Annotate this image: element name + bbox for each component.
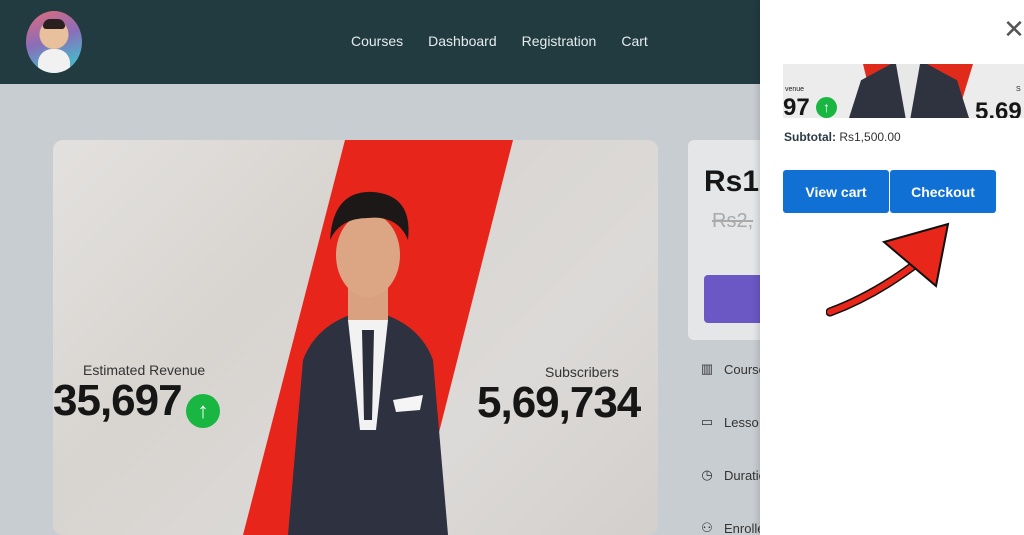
stat-subscribers-value-row: 5,69,734 (477, 378, 641, 428)
cart-actions: View cart Checkout (783, 170, 996, 213)
thumb-label-right: S (1016, 86, 1021, 93)
red-arrow-annotation (826, 222, 950, 317)
nav-courses[interactable]: Courses (351, 33, 403, 49)
avatar[interactable] (26, 11, 82, 73)
stat-revenue-value-row: 35,697 ↑ (53, 376, 221, 428)
course-old-price: Rs2, (712, 210, 754, 232)
meta-duration: ◷ Duratio (700, 467, 766, 483)
avatar-body (38, 49, 70, 73)
nav-cart[interactable]: Cart (621, 33, 647, 49)
checkout-button[interactable]: Checkout (890, 170, 996, 213)
view-cart-button[interactable]: View cart (783, 170, 889, 213)
stat-revenue-value: 35,697 (53, 376, 183, 425)
lesson-icon: ▭ (700, 414, 714, 429)
stat-subscribers-value: 5,69,734 (477, 378, 641, 427)
thumb-arrow-up-icon: ↑ (816, 97, 837, 118)
meta-lessons-label: Lesso (724, 414, 759, 430)
close-icon[interactable]: ✕ (1003, 16, 1024, 42)
arrow-up-icon: ↑ (186, 393, 221, 428)
course-hero-image: Estimated Revenue 35,697 ↑ Subscribers 5… (53, 140, 658, 535)
clock-icon: ◷ (701, 467, 713, 482)
nav-registration[interactable]: Registration (522, 33, 597, 49)
thumb-value-left: 97 (783, 94, 810, 118)
cart-item-thumbnail[interactable]: venue 97 ↑ S 5,69 (783, 64, 1024, 118)
meta-lessons: ▭ Lesso (700, 414, 759, 430)
nav-dashboard[interactable]: Dashboard (428, 33, 497, 49)
subtotal-label: Subtotal: (784, 130, 836, 144)
meta-enrolled: ⚇ Enrolle (700, 520, 764, 535)
meta-courses: ▥ Course (700, 361, 766, 377)
main-nav: Courses Dashboard Registration Cart (351, 33, 648, 49)
thumb-label-left: venue (785, 86, 805, 93)
users-icon: ⚇ (701, 520, 713, 535)
enroll-button[interactable] (704, 275, 760, 323)
cart-subtotal: Subtotal: Rs1,500.00 (784, 130, 901, 144)
meta-enrolled-label: Enrolle (724, 520, 765, 535)
course-price: Rs1, (704, 165, 768, 198)
thumb-value-right: 5,69 (975, 98, 1022, 118)
bar-chart-icon: ▥ (700, 361, 714, 376)
avatar-hair (43, 19, 65, 29)
person-figure (288, 191, 448, 535)
subtotal-value: Rs1,500.00 (839, 130, 901, 144)
